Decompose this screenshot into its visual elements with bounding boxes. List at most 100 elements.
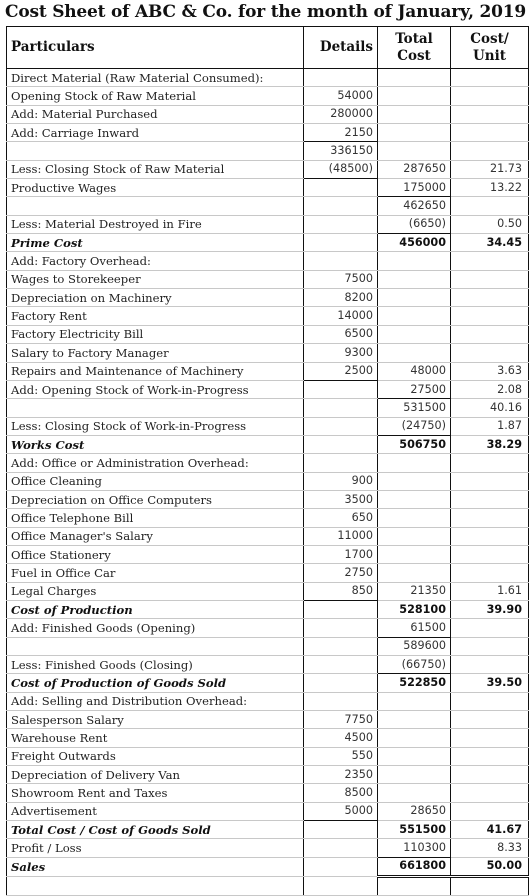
cost-per-unit-cell: 2.08	[450, 380, 529, 400]
cost-per-unit-cell	[450, 472, 529, 491]
total-cost-cell: 462650	[377, 196, 451, 216]
table-row	[6, 876, 529, 896]
total-cost-cell: 522850	[377, 673, 451, 693]
particulars-cell	[6, 141, 304, 161]
table-row: Factory Electricity Bill 6500	[6, 325, 529, 345]
cost-per-unit-cell	[450, 325, 529, 345]
cost-per-unit-cell	[450, 86, 529, 106]
table-row: Add: Carriage Inward 2150	[6, 123, 529, 143]
total-cost-cell: 528100	[377, 600, 451, 620]
particulars-cell: Less: Material Destroyed in Fire	[6, 215, 304, 235]
details-cell: 3500	[303, 490, 378, 510]
details-cell	[303, 196, 378, 216]
details-cell	[303, 655, 378, 675]
details-cell	[303, 417, 378, 436]
header-unit-line1: Cost/	[470, 30, 509, 47]
details-cell	[303, 178, 378, 198]
table-row: Depreciation on Office Computers 3500	[6, 490, 529, 510]
total-cost-cell: 175000	[377, 178, 451, 198]
total-cost-cell	[377, 123, 451, 143]
details-cell	[303, 692, 378, 712]
table-row: Wages to Storekeeper 7500	[6, 270, 529, 290]
total-cost-cell: 456000	[377, 233, 451, 253]
table-row: Legal Charges 850 21350 1.61	[6, 582, 529, 601]
table-row: Less: Closing Stock of Raw Material (4850…	[6, 160, 529, 180]
cost-per-unit-cell	[450, 68, 529, 88]
cost-per-unit-cell	[450, 105, 529, 125]
particulars-cell: Profit / Loss	[6, 838, 304, 858]
particulars-cell	[6, 196, 304, 216]
total-cost-cell	[377, 270, 451, 290]
particulars-cell: Less: Finished Goods (Closing)	[6, 655, 304, 675]
cost-per-unit-cell	[450, 765, 529, 785]
total-cost-cell	[377, 86, 451, 106]
table-row: Depreciation of Delivery Van 2350	[6, 765, 529, 785]
header-details: Details	[303, 26, 378, 69]
details-cell: 2150	[303, 123, 378, 143]
total-cost-cell: 61500	[377, 618, 451, 638]
details-cell: 336150	[303, 141, 378, 161]
particulars-cell: Office Cleaning	[6, 472, 304, 491]
cost-per-unit-cell	[450, 692, 529, 712]
total-cost-cell: (66750)	[377, 655, 451, 675]
particulars-cell: Sales	[6, 857, 304, 878]
details-cell	[303, 453, 378, 473]
cost-per-unit-cell: 3.63	[450, 362, 529, 381]
table-row: Cost of Production 528100 39.90	[6, 600, 529, 620]
cost-per-unit-cell	[450, 545, 529, 565]
particulars-cell: Direct Material (Raw Material Consumed):	[6, 68, 304, 88]
table-row: Total Cost / Cost of Goods Sold 551500 41.…	[6, 820, 529, 840]
total-cost-cell	[377, 876, 451, 896]
table-row: Factory Rent 14000	[6, 306, 529, 326]
total-cost-cell	[377, 105, 451, 125]
particulars-cell: Add: Office or Administration Overhead:	[6, 453, 304, 473]
total-cost-cell	[377, 251, 451, 271]
cost-per-unit-cell	[450, 343, 529, 363]
cost-per-unit-cell	[450, 306, 529, 326]
table-row: Office Cleaning 900	[6, 472, 529, 491]
table-row: 336150	[6, 141, 529, 161]
details-cell	[303, 398, 378, 418]
particulars-cell	[6, 398, 304, 418]
table-row: Advertisement 5000 28650	[6, 802, 529, 822]
table-row: Office Stationery 1700	[6, 545, 529, 565]
cost-per-unit-cell: 13.22	[450, 178, 529, 198]
details-cell	[303, 380, 378, 400]
details-cell	[303, 68, 378, 88]
details-cell	[303, 600, 378, 620]
header-total-line1: Total	[395, 30, 433, 47]
details-cell	[303, 215, 378, 235]
details-cell	[303, 251, 378, 271]
details-cell: 900	[303, 472, 378, 491]
particulars-cell: Depreciation on Office Computers	[6, 490, 304, 510]
header-total-line2: Cost	[397, 47, 431, 64]
details-cell: 8200	[303, 288, 378, 308]
table-row: Less: Closing Stock of Work-in-Progress (…	[6, 417, 529, 436]
total-cost-cell	[377, 343, 451, 363]
table-row: Opening Stock of Raw Material 54000	[6, 86, 529, 106]
total-cost-cell: 27500	[377, 380, 451, 400]
details-cell	[303, 820, 378, 840]
particulars-cell: Prime Cost	[6, 233, 304, 253]
particulars-cell: Advertisement	[6, 802, 304, 822]
table-row: Works Cost 506750 38.29	[6, 435, 529, 455]
table-row: Office Manager's Salary 11000	[6, 527, 529, 546]
header-cost-per-unit: Cost/Unit	[450, 26, 529, 69]
cost-per-unit-cell: 34.45	[450, 233, 529, 253]
particulars-cell: Factory Electricity Bill	[6, 325, 304, 345]
cost-per-unit-cell: 38.29	[450, 435, 529, 455]
cost-per-unit-cell	[450, 563, 529, 583]
particulars-cell: Salesperson Salary	[6, 710, 304, 730]
details-cell: 550	[303, 747, 378, 767]
particulars-cell: Cost of Production of Goods Sold	[6, 673, 304, 693]
total-cost-cell	[377, 545, 451, 565]
cost-per-unit-cell	[450, 123, 529, 143]
table-row: Sales 661800 50.00	[6, 857, 529, 879]
details-cell: 2500	[303, 362, 378, 381]
particulars-cell: Warehouse Rent	[6, 728, 304, 748]
particulars-cell: Showroom Rent and Taxes	[6, 783, 304, 803]
table-row: Add: Opening Stock of Work-in-Progress 27…	[6, 380, 529, 400]
cost-per-unit-cell	[450, 508, 529, 528]
cost-per-unit-cell	[450, 655, 529, 675]
details-cell	[303, 838, 378, 858]
